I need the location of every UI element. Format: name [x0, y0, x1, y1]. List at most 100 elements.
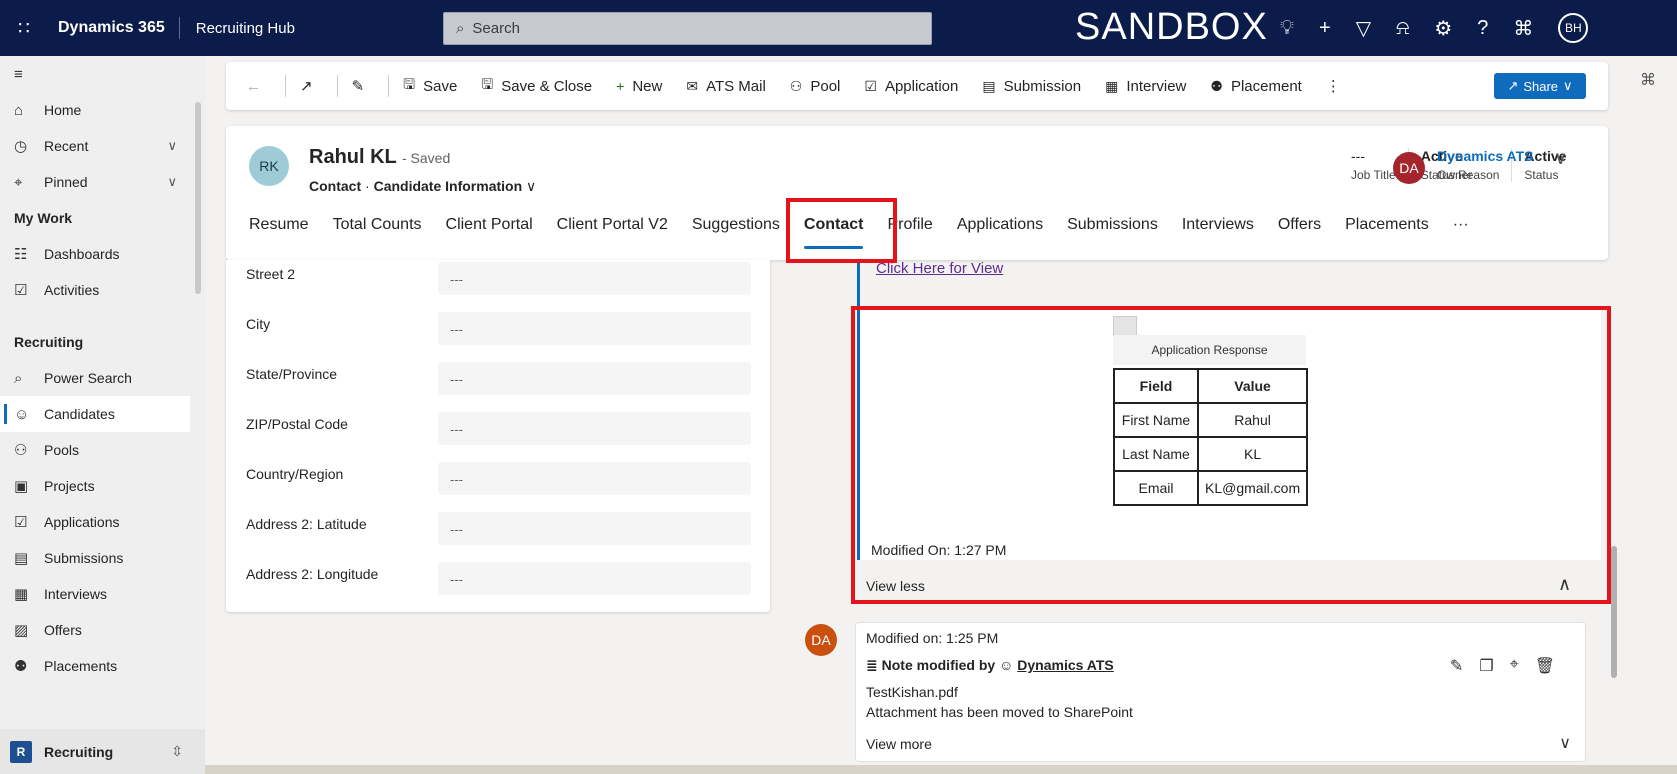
chevron-down-icon[interactable]: ∨ [526, 178, 536, 194]
nav-item-dashboards[interactable]: ☷ Dashboards [0, 236, 205, 272]
address-section: Street 2 --- City --- State/Province --- ZI… [226, 260, 770, 612]
copilot-icon[interactable]: ⌘ [1513, 16, 1533, 41]
nav-item-recent[interactable]: ◷ Recent ∨ [0, 128, 205, 164]
field-input[interactable]: --- [438, 412, 751, 445]
nav-item-offers[interactable]: ▨ Offers [0, 612, 205, 648]
nav-item-placements[interactable]: ⚉ Placements [0, 648, 205, 684]
chevron-down-icon[interactable]: ∨ [167, 174, 177, 190]
app-launcher-icon[interactable]: ∷ [0, 18, 48, 39]
application-button[interactable]: ☑ Application [864, 78, 958, 95]
field-input[interactable]: --- [438, 312, 751, 345]
tab-total-counts[interactable]: Total Counts [333, 216, 422, 234]
help-icon[interactable]: ? [1477, 17, 1488, 40]
copy-icon[interactable]: ❐ [1479, 656, 1493, 676]
back-button[interactable]: ← [246, 78, 261, 95]
copilot-pane-icon[interactable]: ⌘ [1640, 70, 1656, 90]
save-status: - Saved [401, 150, 451, 166]
tab-client-portal-v2[interactable]: Client Portal V2 [557, 216, 668, 234]
edit-form-icon: ✎ [351, 78, 365, 95]
tab-client-portal[interactable]: Client Portal [446, 216, 533, 234]
lightbulb-icon[interactable]: 💡︎ [1280, 17, 1294, 40]
divider [285, 75, 286, 97]
switch-area-icon: ⇳ [171, 743, 183, 759]
field-input[interactable]: --- [438, 512, 751, 545]
app-name[interactable]: Recruiting Hub [180, 20, 440, 37]
bell-icon[interactable]: ⍾ [1396, 17, 1409, 40]
nav-item-submissions[interactable]: ▤ Submissions [0, 540, 205, 576]
ats-mail-button[interactable]: ✉ ATS Mail [686, 78, 765, 95]
expand-header-icon[interactable]: ∨ [1554, 148, 1567, 169]
nav-item-pools[interactable]: ⚇ Pools [0, 432, 205, 468]
nav-item-label: Offers [44, 622, 82, 638]
nav-item-activities[interactable]: ☑ Activities [0, 272, 205, 308]
field-input[interactable]: --- [438, 562, 751, 595]
field-label: Country/Region [246, 466, 344, 482]
entity-name: Contact [309, 178, 362, 194]
area-switcher[interactable]: R Recruiting ⇳ [0, 729, 205, 774]
tab-submissions[interactable]: Submissions [1067, 216, 1158, 234]
tab-placements[interactable]: Placements [1345, 216, 1429, 234]
nav-item-applications[interactable]: ☑ Applications [0, 504, 205, 540]
environment-label: SANDBOX [1075, 6, 1268, 48]
owner-link[interactable]: Dynamics ATS [1437, 148, 1533, 164]
save-icon: 🖫︎ [403, 76, 416, 92]
gear-icon[interactable]: ⚙ [1434, 16, 1452, 41]
window-edge [205, 765, 1677, 774]
tab-interviews[interactable]: Interviews [1182, 216, 1254, 234]
timeline-scrollbar[interactable] [1611, 546, 1617, 678]
dashboard-icon: ☷ [14, 246, 28, 263]
brand-name[interactable]: Dynamics 365 [48, 17, 180, 39]
plus-icon[interactable]: + [1319, 17, 1331, 40]
submission-button[interactable]: ▤ Submission [982, 78, 1081, 95]
view-more-link[interactable]: View more [866, 736, 932, 752]
nav-item-power-search[interactable]: ⌕ Power Search [0, 360, 205, 396]
nav-item-label: Pools [44, 442, 80, 458]
chevron-down-icon[interactable]: ∨ [167, 138, 177, 154]
nav-scrollbar[interactable] [195, 102, 201, 294]
tab-offers[interactable]: Offers [1278, 216, 1321, 234]
nav-item-label: Home [44, 102, 82, 118]
nav-item-projects[interactable]: ▣ Projects [0, 468, 205, 504]
field-label: Street 2 [246, 266, 296, 282]
share-label: Share [1523, 78, 1559, 94]
nav-item-label: Projects [44, 478, 95, 494]
open-in-new-window-button[interactable]: ↗ [300, 77, 313, 95]
nav-item-home[interactable]: ⌂ Home [0, 92, 205, 128]
interview-button[interactable]: ▦ Interview [1105, 78, 1186, 95]
form-editor-button[interactable]: ✎ [352, 77, 365, 95]
offer-icon: ▨ [14, 622, 29, 639]
search-placeholder: Search [472, 20, 520, 37]
search-input[interactable]: ⌕ Search [443, 12, 932, 45]
field-input[interactable]: --- [438, 262, 751, 295]
save-button[interactable]: 🖫︎ Save [403, 74, 457, 98]
placement-button[interactable]: ⚉ Placement [1210, 78, 1301, 95]
nav-item-candidates[interactable]: ☺ Candidates [0, 396, 190, 432]
hamburger-menu[interactable]: ≡ [0, 56, 205, 92]
pool-button[interactable]: ⚇ Pool [790, 78, 841, 95]
pin-icon[interactable]: ⌖ [1510, 656, 1519, 676]
nav-item-label: Activities [44, 282, 100, 298]
chevron-down-icon[interactable]: ∨ [1559, 733, 1571, 753]
save-label: Save [423, 77, 458, 95]
form-selector[interactable]: Candidate Information [374, 178, 523, 194]
nav-item-pinned[interactable]: ⌖ Pinned ∨ [0, 164, 205, 200]
more-commands-button[interactable]: ⋮ [1326, 77, 1341, 95]
filter-icon[interactable]: ▽ [1356, 16, 1371, 41]
delete-icon[interactable]: 🗑︎ [1535, 656, 1555, 676]
edit-icon[interactable]: ✎ [1450, 656, 1463, 676]
mail-icon: ✉ [686, 77, 699, 94]
nav-item-interviews[interactable]: ▦ Interviews [0, 576, 205, 612]
field-latitude: Address 2: Latitude --- [246, 512, 751, 548]
field-input[interactable]: --- [438, 462, 751, 495]
tab-resume[interactable]: Resume [249, 216, 309, 234]
new-button[interactable]: + New [616, 78, 662, 95]
tab-applications[interactable]: Applications [957, 216, 1043, 234]
share-button[interactable]: ↗ Share ∨ [1494, 73, 1586, 99]
more-tabs-button[interactable]: ··· [1453, 216, 1469, 234]
field-input[interactable]: --- [438, 362, 751, 395]
user-avatar[interactable]: BH [1558, 13, 1589, 43]
save-close-button[interactable]: 🖫︎ Save & Close [481, 74, 592, 98]
tab-suggestions[interactable]: Suggestions [692, 216, 780, 234]
record-name: Rahul KL [309, 146, 397, 168]
note-author-link[interactable]: Dynamics ATS [1017, 657, 1113, 673]
